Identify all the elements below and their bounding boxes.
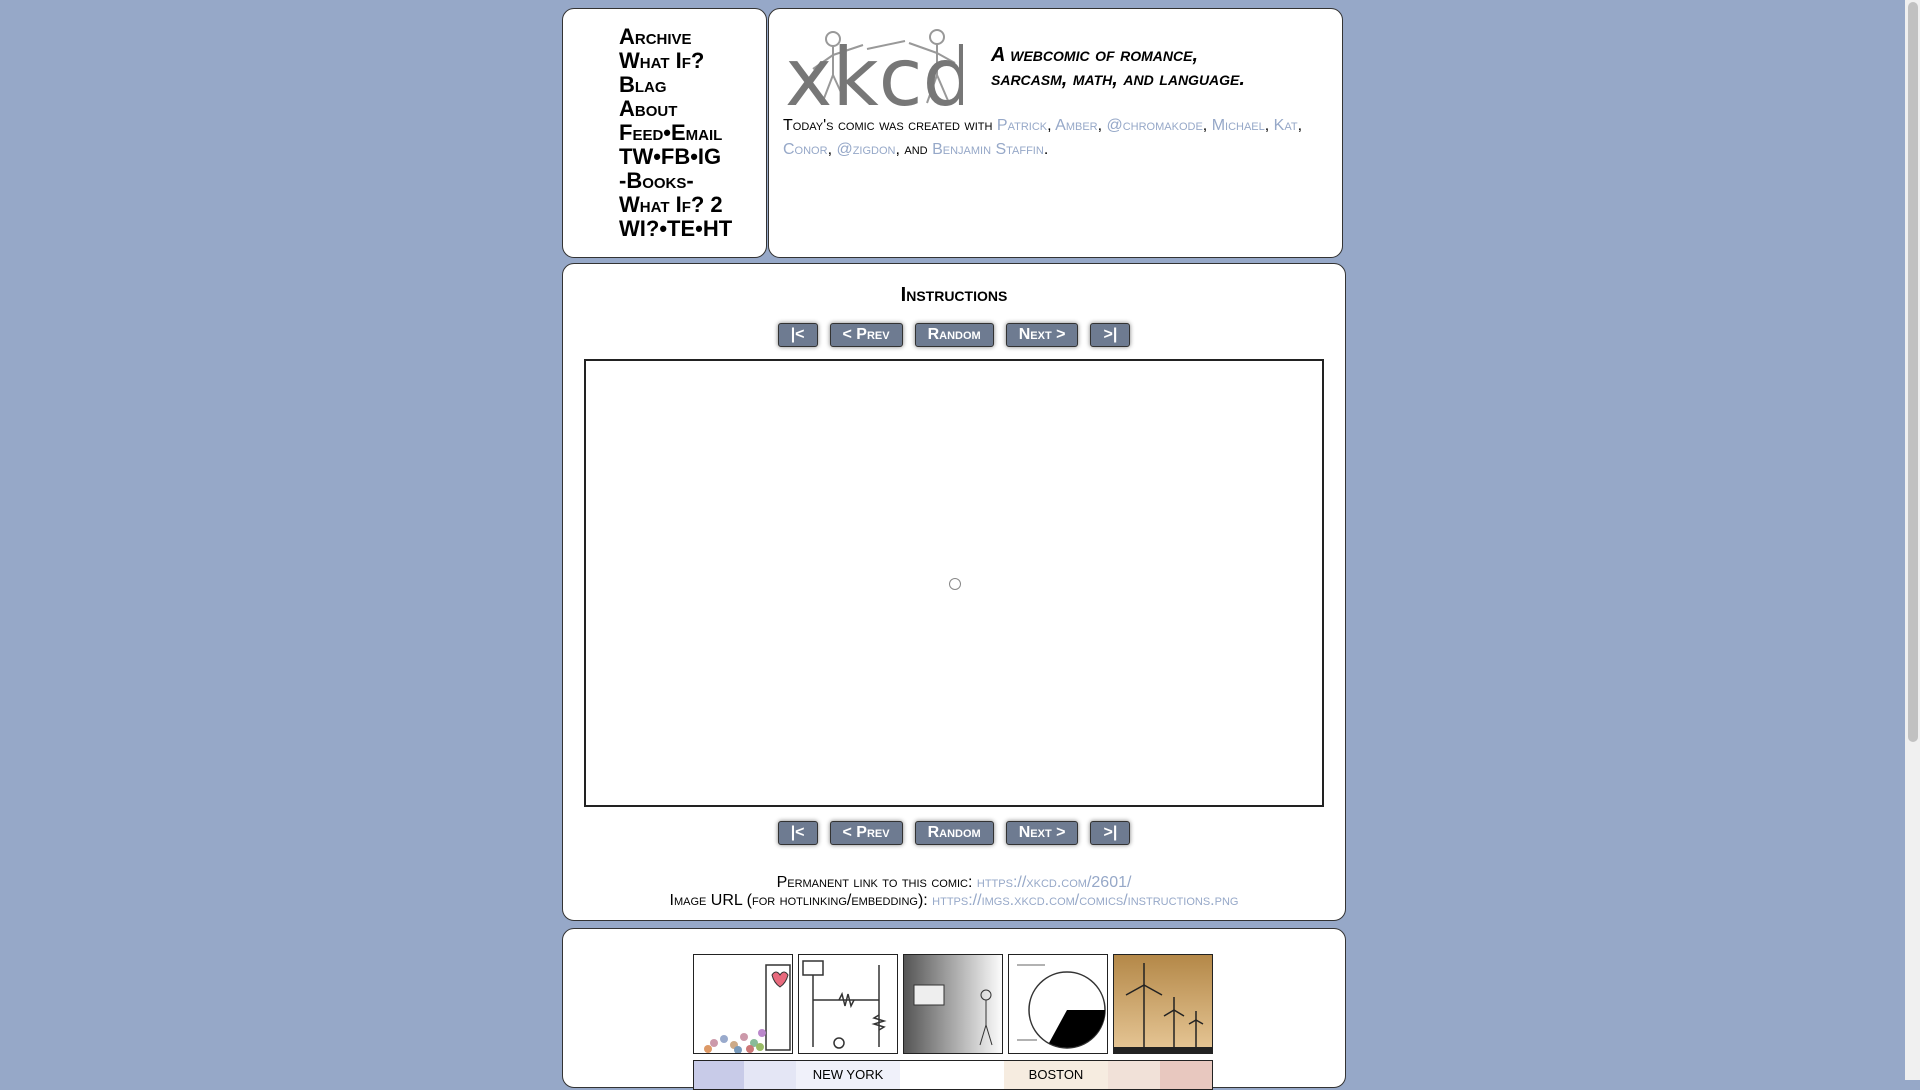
thumbnail-bedroom[interactable]: [903, 954, 1003, 1054]
last-comic-button[interactable]: >|: [1090, 323, 1131, 347]
credit-link-patrick[interactable]: Patrick: [997, 117, 1047, 134]
permalink-url[interactable]: https://xkcd.com/2601/: [977, 874, 1132, 891]
credits-prefix: Today's comic was created with: [783, 117, 993, 134]
image-url-row: Image URL (for hotlinking/embedding): ht…: [563, 892, 1345, 910]
thumbnail-heart-candy[interactable]: [693, 954, 793, 1054]
page-scrollbar[interactable]: [1905, 0, 1920, 1080]
comic-panel: Instructions |< < Prev Random Next > >| …: [562, 263, 1346, 921]
map-label-new-york: NEW YORK: [796, 1061, 900, 1089]
credit-link-zigdon[interactable]: @zigdon: [836, 141, 895, 158]
nav-item-books[interactable]: -Books-: [619, 169, 732, 193]
comic-canvas[interactable]: [584, 359, 1324, 807]
permalink-label: Permanent link to this comic:: [776, 874, 973, 891]
nav-panel: Archive What If? Blag About Feed•Email T…: [562, 8, 767, 258]
scrollbar-thumb[interactable]: [1908, 2, 1918, 742]
credit-link-benjamin-staffin[interactable]: Benjamin Staffin: [932, 141, 1044, 158]
thumbnails-panel: NEW YORK BOSTON: [562, 928, 1346, 1090]
random-comic-button[interactable]: Random: [914, 821, 994, 845]
permalink-row: Permanent link to this comic: https://xk…: [563, 874, 1345, 892]
slogan-line-1: A webcomic of romance,: [991, 44, 1199, 66]
nav-item-about[interactable]: About: [619, 97, 732, 121]
prev-comic-button[interactable]: < Prev: [829, 821, 903, 845]
comic-radio-button[interactable]: [949, 578, 961, 590]
image-url-label: Image URL (for hotlinking/embedding):: [669, 892, 928, 909]
first-comic-button[interactable]: |<: [777, 821, 818, 845]
credits: Today's comic was created with Patrick, …: [783, 117, 1303, 158]
nav-item-feed-email[interactable]: Feed•Email: [619, 121, 732, 145]
first-comic-button[interactable]: |<: [777, 323, 818, 347]
logo-text: xkcd: [785, 31, 963, 115]
comic-title: Instructions: [900, 284, 1008, 306]
nav-item-blag[interactable]: Blag: [619, 73, 732, 97]
thumbnail-circuit[interactable]: [798, 954, 898, 1054]
slogan-line-2: sarcasm, math, and language.: [991, 68, 1245, 90]
masthead: xkcd A webcomic of romance, sarcasm, mat…: [768, 8, 1343, 258]
nav-menu: Archive What If? Blag About Feed•Email T…: [619, 25, 732, 241]
last-comic-button[interactable]: >|: [1090, 821, 1131, 845]
credit-link-kat[interactable]: Kat: [1274, 117, 1298, 134]
next-comic-button[interactable]: Next >: [1005, 323, 1079, 347]
image-url-link[interactable]: https://imgs.xkcd.com/comics/instruction…: [932, 892, 1238, 909]
comic-nav-top: |< < Prev Random Next > >|: [563, 323, 1345, 347]
next-comic-button[interactable]: Next >: [1005, 821, 1079, 845]
credit-link-conor[interactable]: Conor: [783, 141, 828, 158]
comic-nav-bottom: |< < Prev Random Next > >|: [563, 821, 1345, 845]
credit-link-amber[interactable]: Amber: [1055, 117, 1097, 134]
credit-link-michael[interactable]: Michael: [1212, 117, 1265, 134]
thumbnail-pie-chart[interactable]: [1008, 954, 1108, 1054]
permalinks: Permanent link to this comic: https://xk…: [563, 874, 1345, 910]
nav-item-wi-te-ht[interactable]: WI?•TE•HT: [619, 217, 732, 241]
comic-thumbnails: [693, 954, 1213, 1054]
nav-item-archive[interactable]: Archive: [619, 25, 732, 49]
random-comic-button[interactable]: Random: [914, 323, 994, 347]
thumbnail-map-strip[interactable]: NEW YORK BOSTON: [693, 1060, 1213, 1090]
credit-link-chromakode[interactable]: @chromakode: [1106, 117, 1202, 134]
credits-and: and: [904, 141, 928, 158]
xkcd-logo[interactable]: xkcd: [783, 23, 973, 124]
thumbnail-wind-turbines[interactable]: [1113, 954, 1213, 1054]
map-label-boston: BOSTON: [1004, 1061, 1108, 1089]
nav-item-what-if[interactable]: What If?: [619, 49, 732, 73]
slogan: A webcomic of romance, sarcasm, math, an…: [991, 43, 1245, 91]
nav-item-what-if-2[interactable]: What If? 2: [619, 193, 732, 217]
nav-item-social[interactable]: TW•FB•IG: [619, 145, 732, 169]
prev-comic-button[interactable]: < Prev: [829, 323, 903, 347]
